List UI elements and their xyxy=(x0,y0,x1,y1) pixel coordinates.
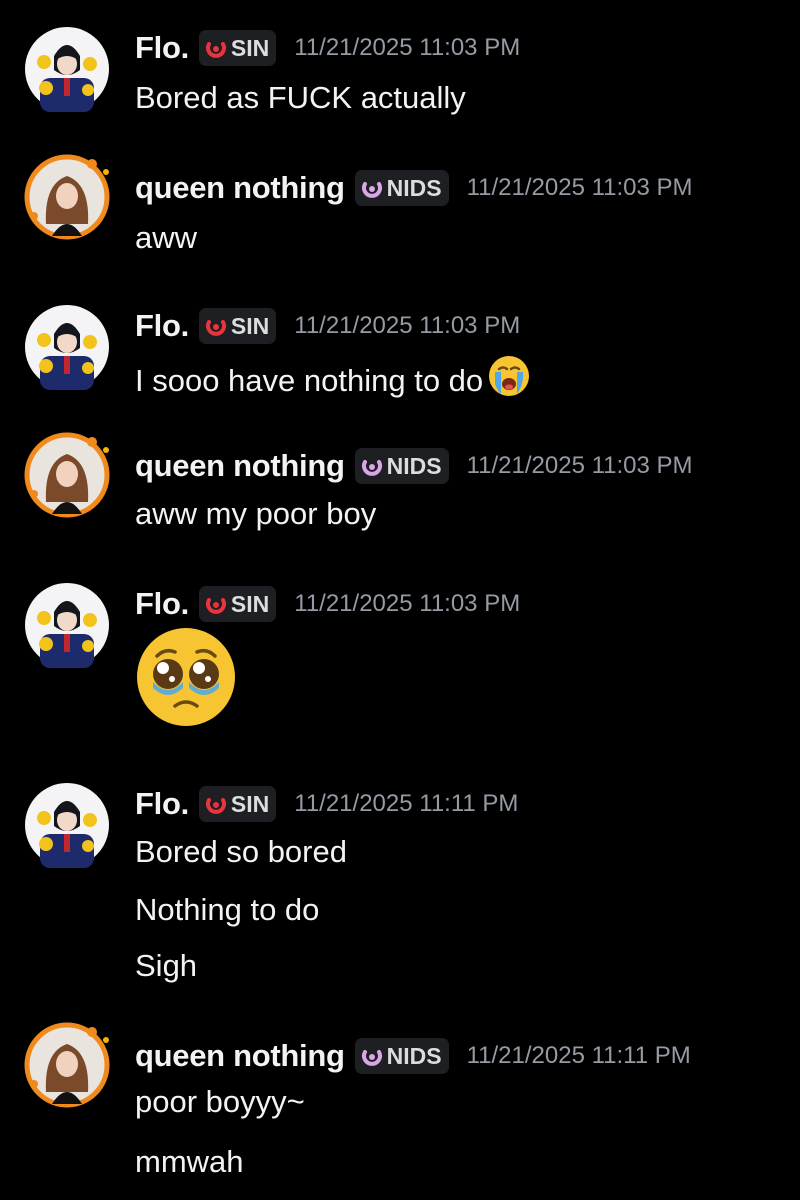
chat-log: Flo. SIN 11/21/2025 11:03 PM Bored as FU… xyxy=(0,0,800,1200)
guild-tag[interactable]: NIDS xyxy=(354,170,449,206)
timestamp: 11/21/2025 11:03 PM xyxy=(294,312,521,339)
sin-tag-icon xyxy=(205,42,226,58)
sin-tag-icon xyxy=(205,798,226,814)
avatar-queen[interactable] xyxy=(24,432,110,518)
username[interactable]: queen nothing xyxy=(135,1038,345,1074)
nids-tag-icon xyxy=(361,460,382,476)
guild-tag[interactable]: SIN xyxy=(198,786,277,822)
avatar-queen[interactable] xyxy=(24,154,110,240)
message-header: Flo. SIN 11/21/2025 11:11 PM xyxy=(135,782,518,826)
sin-tag-icon xyxy=(205,320,226,336)
avatar-flo[interactable] xyxy=(24,582,110,668)
guild-tag-label: NIDS xyxy=(386,452,442,479)
message-header: queen nothing NIDS 11/21/2025 11:03 PM xyxy=(135,444,693,488)
guild-tag[interactable]: SIN xyxy=(198,586,277,622)
pleading-face-icon xyxy=(135,626,237,733)
nids-tag-icon xyxy=(361,182,382,198)
message-text: Bored as FUCK actually xyxy=(135,80,466,115)
timestamp: 11/21/2025 11:03 PM xyxy=(466,174,693,201)
guild-tag[interactable]: SIN xyxy=(198,30,277,66)
message-text: I sooo have nothing to do xyxy=(135,356,531,410)
message-text-content: I sooo have nothing to do xyxy=(135,363,484,399)
message-header: Flo. SIN 11/21/2025 11:03 PM xyxy=(135,26,520,70)
timestamp: 11/21/2025 11:03 PM xyxy=(294,34,521,61)
avatar-flo-icon xyxy=(25,783,109,868)
nids-tag-icon xyxy=(361,1050,382,1066)
loudly-crying-face-icon xyxy=(487,354,531,408)
timestamp: 11/21/2025 11:03 PM xyxy=(466,452,693,479)
guild-tag[interactable]: NIDS xyxy=(354,448,449,484)
message-text: Nothing to do xyxy=(135,892,320,927)
message-header: queen nothing NIDS 11/21/2025 11:11 PM xyxy=(135,1034,691,1078)
avatar-queen-icon xyxy=(24,1022,110,1108)
guild-tag-label: NIDS xyxy=(386,1042,442,1069)
guild-tag[interactable]: NIDS xyxy=(354,1038,449,1074)
guild-tag-label: SIN xyxy=(230,790,270,817)
username[interactable]: queen nothing xyxy=(135,448,345,484)
guild-tag-label: SIN xyxy=(230,590,270,617)
message-header: Flo. SIN 11/21/2025 11:03 PM xyxy=(135,304,520,348)
avatar-flo-icon xyxy=(25,583,109,668)
message-text: mmwah xyxy=(135,1144,244,1179)
timestamp: 11/21/2025 11:03 PM xyxy=(294,590,521,617)
message-header: queen nothing NIDS 11/21/2025 11:03 PM xyxy=(135,166,693,210)
message-text: aww xyxy=(135,220,198,255)
username[interactable]: Flo. xyxy=(135,308,189,344)
message-text: Sigh xyxy=(135,948,198,983)
username[interactable]: Flo. xyxy=(135,786,189,822)
message-text: Bored so bored xyxy=(135,834,347,869)
message-text: poor boyyy~ xyxy=(135,1084,305,1119)
guild-tag-label: NIDS xyxy=(386,174,442,201)
sin-tag-icon xyxy=(205,598,226,614)
username[interactable]: Flo. xyxy=(135,30,189,66)
message-header: Flo. SIN 11/21/2025 11:03 PM xyxy=(135,582,520,626)
guild-tag-label: SIN xyxy=(230,34,270,61)
message-text: aww my poor boy xyxy=(135,496,377,531)
avatar-flo[interactable] xyxy=(24,304,110,390)
avatar-queen-icon xyxy=(24,432,110,518)
timestamp: 11/21/2025 11:11 PM xyxy=(294,790,519,817)
avatar-flo-icon xyxy=(25,305,109,390)
username[interactable]: queen nothing xyxy=(135,170,345,206)
avatar-flo[interactable] xyxy=(24,782,110,868)
guild-tag[interactable]: SIN xyxy=(198,308,277,344)
avatar-flo-icon xyxy=(25,27,109,112)
timestamp: 11/21/2025 11:11 PM xyxy=(466,1042,691,1069)
avatar-flo[interactable] xyxy=(24,26,110,112)
guild-tag-label: SIN xyxy=(230,312,270,339)
avatar-queen-icon xyxy=(24,154,110,240)
username[interactable]: Flo. xyxy=(135,586,189,622)
avatar-queen[interactable] xyxy=(24,1022,110,1108)
